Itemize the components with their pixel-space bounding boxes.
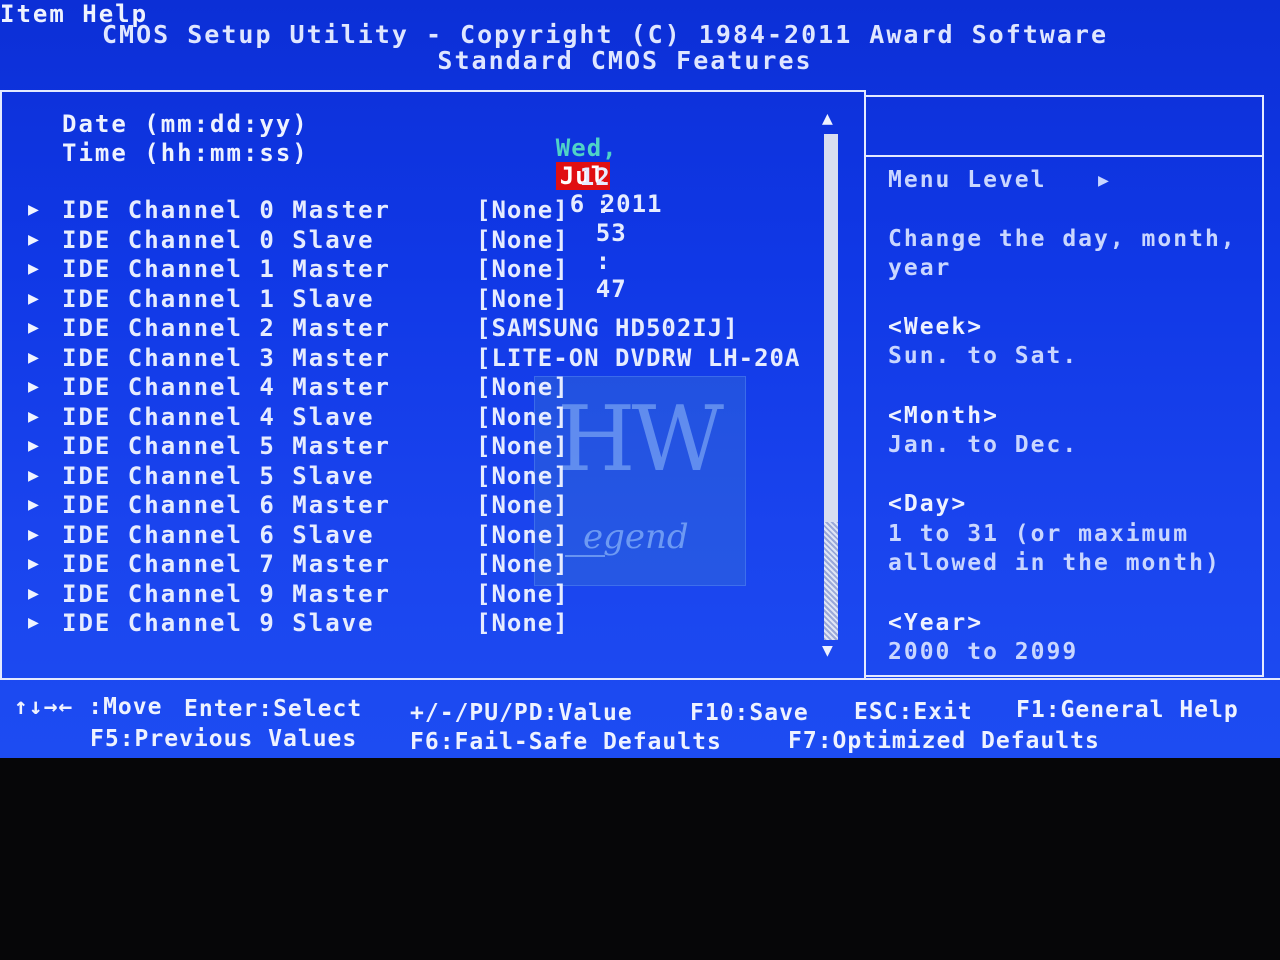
ide-channel-value[interactable]: [None] — [476, 403, 569, 431]
scroll-up-icon[interactable]: ▲ — [822, 108, 833, 129]
date-label: Date (mm:dd:yy) — [62, 110, 309, 138]
ide-channel-value[interactable]: [None] — [476, 580, 569, 608]
ide-channel-label[interactable]: IDE Channel 5 Slave — [62, 462, 375, 490]
row-arrow-icon: ▶ — [28, 523, 39, 545]
ide-channel-value[interactable]: [None] — [476, 196, 569, 224]
page-title: Standard CMOS Features — [437, 46, 813, 75]
ide-channel-label[interactable]: IDE Channel 7 Master — [62, 550, 391, 578]
footer-failsafe-hint: F6:Fail-Safe Defaults — [410, 729, 722, 755]
ide-channel-label[interactable]: IDE Channel 6 Slave — [62, 521, 375, 549]
ide-channel-label[interactable]: IDE Channel 0 Master — [62, 196, 391, 224]
ide-channel-label[interactable]: IDE Channel 3 Master — [62, 344, 391, 372]
scrollbar[interactable] — [824, 134, 838, 640]
help-line: year — [888, 255, 952, 281]
help-menu-level: Menu Level — [888, 167, 1047, 193]
row-arrow-icon: ▶ — [28, 494, 39, 515]
help-line: allowed in the month) — [888, 550, 1221, 576]
ide-channel-label[interactable]: IDE Channel 9 Slave — [62, 609, 375, 637]
menu-level-arrow-icon: ▶ — [1098, 170, 1111, 191]
help-line: 1 to 31 (or maximum — [888, 521, 1190, 547]
help-line: <Day> — [888, 491, 968, 517]
watermark-big-text: HW — [557, 387, 724, 492]
footer-exit-hint: ESC:Exit — [854, 699, 973, 725]
footer-divider — [0, 678, 1280, 680]
ide-channel-value[interactable]: [None] — [476, 432, 569, 460]
help-line: Change the day, month, — [888, 226, 1237, 252]
ide-channel-label[interactable]: IDE Channel 1 Master — [62, 255, 391, 283]
bios-screen: CMOS Setup Utility - Copyright (C) 1984-… — [0, 0, 1280, 758]
ide-channel-label[interactable]: IDE Channel 1 Slave — [62, 285, 375, 313]
time-minute[interactable]: 53 — [596, 219, 627, 247]
scroll-down-icon[interactable]: ▼ — [822, 640, 833, 661]
footer-optimized-hint: F7:Optimized Defaults — [788, 728, 1100, 754]
ide-channel-value[interactable]: [None] — [476, 491, 569, 519]
ide-channel-value[interactable]: [LITE-ON DVDRW LH-20A — [476, 344, 800, 372]
ide-channel-value[interactable]: [None] — [476, 226, 569, 254]
ide-channel-label[interactable]: IDE Channel 2 Master — [62, 314, 391, 342]
ide-channel-label[interactable]: IDE Channel 9 Master — [62, 580, 391, 608]
footer-value-hint: +/-/PU/PD:Value — [410, 700, 633, 726]
row-arrow-icon: ▶ — [28, 612, 39, 633]
row-arrow-icon: ▶ — [28, 405, 39, 427]
ide-channel-value[interactable]: [None] — [476, 550, 569, 578]
row-arrow-icon: ▶ — [28, 435, 39, 456]
row-arrow-icon: ▶ — [28, 346, 39, 368]
time-hour[interactable]: 12 — [580, 163, 611, 191]
row-arrow-icon: ▶ — [28, 464, 39, 486]
help-title-divider — [864, 95, 1264, 157]
ide-channel-value[interactable]: [SAMSUNG HD502IJ] — [476, 314, 739, 342]
time-separator: : — [595, 247, 612, 275]
row-arrow-icon: ▶ — [28, 582, 39, 604]
ide-channel-label[interactable]: IDE Channel 4 Slave — [62, 403, 375, 431]
row-arrow-icon: ▶ — [28, 199, 39, 220]
help-line: Sun. to Sat. — [888, 343, 1079, 369]
header-title: CMOS Setup Utility - Copyright (C) 1984-… — [101, 20, 1109, 49]
help-line: <Week> — [888, 314, 984, 340]
ide-channel-label[interactable]: IDE Channel 0 Slave — [62, 226, 375, 254]
help-line: Jan. to Dec. — [888, 432, 1079, 458]
ide-channel-label[interactable]: IDE Channel 5 Master — [62, 432, 391, 460]
row-arrow-icon: ▶ — [28, 376, 39, 397]
ide-channel-value[interactable]: [None] — [476, 521, 569, 549]
watermark-small-text: egend — [583, 517, 689, 557]
help-line: <Year> — [888, 610, 984, 636]
footer-save-hint: F10:Save — [690, 700, 809, 726]
time-second[interactable]: 47 — [596, 275, 627, 303]
time-label: Time (hh:mm:ss) — [62, 139, 309, 167]
row-arrow-icon: ▶ — [28, 553, 39, 574]
ide-channel-value[interactable]: [None] — [476, 373, 569, 401]
ide-channel-value[interactable]: [None] — [476, 462, 569, 490]
scrollbar-track — [824, 522, 838, 640]
ide-channel-label[interactable]: IDE Channel 6 Master — [62, 491, 391, 519]
row-arrow-icon: ▶ — [28, 258, 39, 279]
ide-channel-value[interactable]: [None] — [476, 285, 569, 313]
footer-help-hint: F1:General Help — [1016, 697, 1239, 723]
ide-channel-value[interactable]: [None] — [476, 255, 569, 283]
ide-channel-label[interactable]: IDE Channel 4 Master — [62, 373, 391, 401]
help-line: <Month> — [888, 403, 999, 429]
row-arrow-icon: ▶ — [28, 317, 39, 338]
row-arrow-icon: ▶ — [28, 287, 39, 309]
footer-select-hint: Enter:Select — [184, 696, 363, 722]
row-arrow-icon: ▶ — [28, 228, 39, 250]
footer-previous-hint: F5:Previous Values — [90, 726, 358, 752]
ide-channel-value[interactable]: [None] — [476, 609, 569, 637]
footer-move-hint: ↑↓→← :Move — [14, 694, 163, 720]
time-separator: : — [595, 191, 612, 219]
help-line: 2000 to 2099 — [888, 639, 1079, 665]
